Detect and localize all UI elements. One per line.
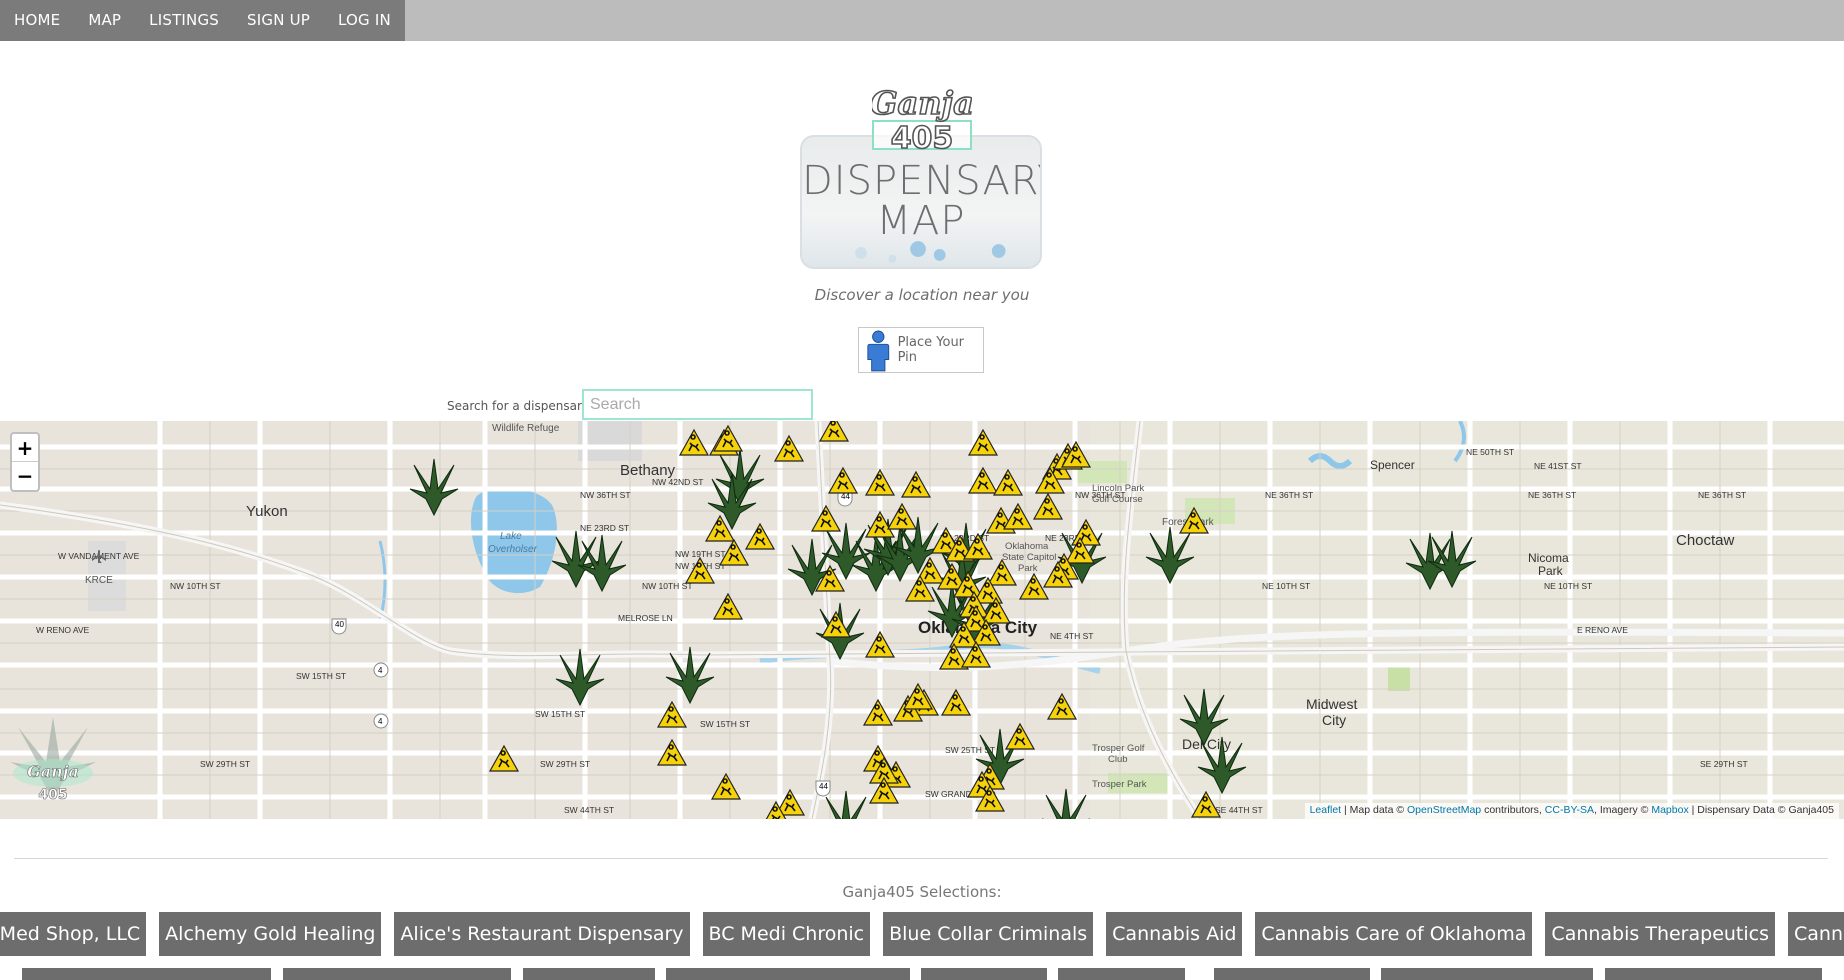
selections-title: Ganja405 Selections: [842, 883, 1002, 901]
leaflet-link[interactable]: Leaflet [1310, 804, 1342, 816]
cc-by-sa-link[interactable]: CC-BY-SA [1545, 804, 1594, 816]
leaf-marker-icon[interactable] [822, 790, 870, 819]
warning-marker-icon[interactable] [710, 772, 742, 800]
dispensary-search-input[interactable] [582, 389, 813, 420]
zoom-out-button[interactable]: − [12, 462, 38, 490]
selection-chip-partial[interactable] [921, 968, 1047, 980]
selection-chip-partial[interactable] [666, 968, 910, 980]
openstreetmap-link[interactable]: OpenStreetMap [1407, 804, 1481, 816]
selection-chip[interactable]: Alice's Restaurant Dispensary [394, 912, 690, 956]
zoom-control: + − [10, 432, 40, 492]
selection-chip[interactable]: Blue Collar Criminals [883, 912, 1094, 956]
zoom-in-button[interactable]: + [12, 434, 38, 462]
warning-marker-icon[interactable] [967, 466, 999, 494]
marker-layer[interactable] [0, 421, 1844, 819]
person-pin-icon [867, 330, 890, 372]
place-your-pin-label: Place Your Pin [897, 335, 965, 365]
dispensary-map-logo: DISPENSARY MAP Ganja 405 [800, 80, 1042, 270]
section-divider [14, 858, 1828, 859]
place-your-pin-button[interactable]: Place Your Pin [858, 327, 984, 373]
warning-marker-icon[interactable] [992, 468, 1024, 496]
warning-marker-icon[interactable] [712, 424, 744, 452]
warning-marker-icon[interactable] [1004, 722, 1036, 750]
svg-text:Ganja: Ganja [872, 84, 972, 122]
warning-marker-icon[interactable] [864, 468, 896, 496]
warning-marker-icon[interactable] [656, 700, 688, 728]
selection-chip[interactable]: Cannabis Aid [1106, 912, 1243, 956]
leaf-marker-icon[interactable] [1197, 736, 1247, 795]
warning-marker-icon[interactable] [718, 538, 750, 566]
nav-sign-up[interactable]: SIGN UP [233, 0, 324, 41]
warning-marker-icon[interactable] [818, 421, 850, 442]
main-nav: HOME MAP LISTINGS SIGN UP LOG IN [0, 0, 405, 41]
warning-marker-icon[interactable] [684, 556, 716, 584]
selection-chip-partial[interactable] [1605, 968, 1822, 980]
leaf-marker-icon[interactable] [409, 458, 459, 517]
warning-marker-icon[interactable] [1178, 506, 1210, 534]
warning-marker-icon[interactable] [967, 428, 999, 456]
svg-text:405: 405 [38, 787, 67, 803]
search-label: Search for a dispensary: [447, 399, 593, 413]
warning-marker-icon[interactable] [1002, 502, 1034, 530]
warning-marker-icon[interactable] [820, 610, 852, 638]
warning-marker-icon[interactable] [900, 470, 932, 498]
leaf-marker-icon[interactable] [1145, 526, 1195, 585]
map-attribution: Leaflet | Map data © OpenStreetMap contr… [1304, 803, 1839, 819]
warning-marker-icon[interactable] [810, 504, 842, 532]
nav-log-in[interactable]: LOG IN [324, 0, 405, 41]
selection-chip-partial[interactable] [1214, 968, 1370, 980]
logo-title: DISPENSARY MAP [802, 161, 1040, 241]
selections-list: A & R Med Shop, LLC Alchemy Gold Healing… [0, 912, 1844, 956]
warning-marker-icon[interactable] [488, 744, 520, 772]
leaf-marker-icon[interactable] [1042, 788, 1090, 819]
selections-next-row [0, 968, 1844, 980]
warning-marker-icon[interactable] [773, 434, 805, 462]
nav-home[interactable]: HOME [0, 0, 74, 41]
warning-marker-icon[interactable] [744, 522, 776, 550]
selection-chip[interactable]: Cannabis Therapeutics [1545, 912, 1775, 956]
leaf-marker-icon[interactable] [1179, 688, 1229, 747]
selection-chip[interactable]: Cannabis Care of Oklahoma [1255, 912, 1533, 956]
svg-text:405: 405 [891, 121, 954, 152]
logo-title-line2: MAP [876, 198, 966, 244]
logo-title-line1: DISPENSARY [802, 158, 1042, 204]
selection-chip-partial[interactable] [1058, 968, 1185, 980]
warning-marker-icon[interactable] [862, 698, 894, 726]
warning-marker-icon[interactable] [1032, 492, 1064, 520]
warning-marker-icon[interactable] [1070, 518, 1102, 546]
selection-chip[interactable]: Cannabless [1788, 912, 1844, 956]
selection-chip-partial[interactable] [283, 968, 511, 980]
warning-marker-icon[interactable] [864, 510, 896, 538]
warning-marker-icon[interactable] [827, 466, 859, 494]
logo-panel: DISPENSARY MAP [800, 135, 1042, 269]
leaf-marker-icon[interactable] [555, 648, 605, 707]
leaf-marker-icon[interactable] [577, 534, 627, 593]
warning-marker-icon[interactable] [1190, 790, 1222, 818]
selection-chip[interactable]: BC Medi Chronic [702, 912, 871, 956]
warning-marker-icon[interactable] [656, 738, 688, 766]
selection-chip[interactable]: A & R Med Shop, LLC [0, 912, 147, 956]
dispensary-map[interactable]: NW 36TH ST NW 36TH ST NE 36TH ST NE 36TH… [0, 421, 1844, 819]
tagline: Discover a location near you [814, 286, 1030, 304]
warning-marker-icon[interactable] [940, 688, 972, 716]
selection-chip-partial[interactable] [1381, 968, 1593, 980]
nav-map[interactable]: MAP [74, 0, 135, 41]
svg-text:Ganja: Ganja [27, 762, 79, 781]
warning-marker-icon[interactable] [712, 592, 744, 620]
warning-marker-icon[interactable] [886, 502, 918, 530]
mapbox-link[interactable]: Mapbox [1651, 804, 1688, 816]
leaf-marker-icon[interactable] [665, 646, 715, 705]
warning-marker-icon[interactable] [864, 630, 896, 658]
selection-chip-partial[interactable] [22, 968, 271, 980]
leaf-marker-icon[interactable] [707, 472, 757, 531]
selection-chip[interactable]: Alchemy Gold Healing [159, 912, 382, 956]
warning-marker-icon[interactable] [678, 428, 710, 456]
selection-chip-partial[interactable] [523, 968, 655, 980]
ganja405-watermark-logo: Ganja 405 [10, 717, 96, 803]
warning-marker-icon[interactable] [1046, 692, 1078, 720]
warning-marker-icon[interactable] [986, 558, 1018, 586]
nav-listings[interactable]: LISTINGS [135, 0, 233, 41]
ganja405-script-logo: Ganja 405 [872, 83, 972, 152]
